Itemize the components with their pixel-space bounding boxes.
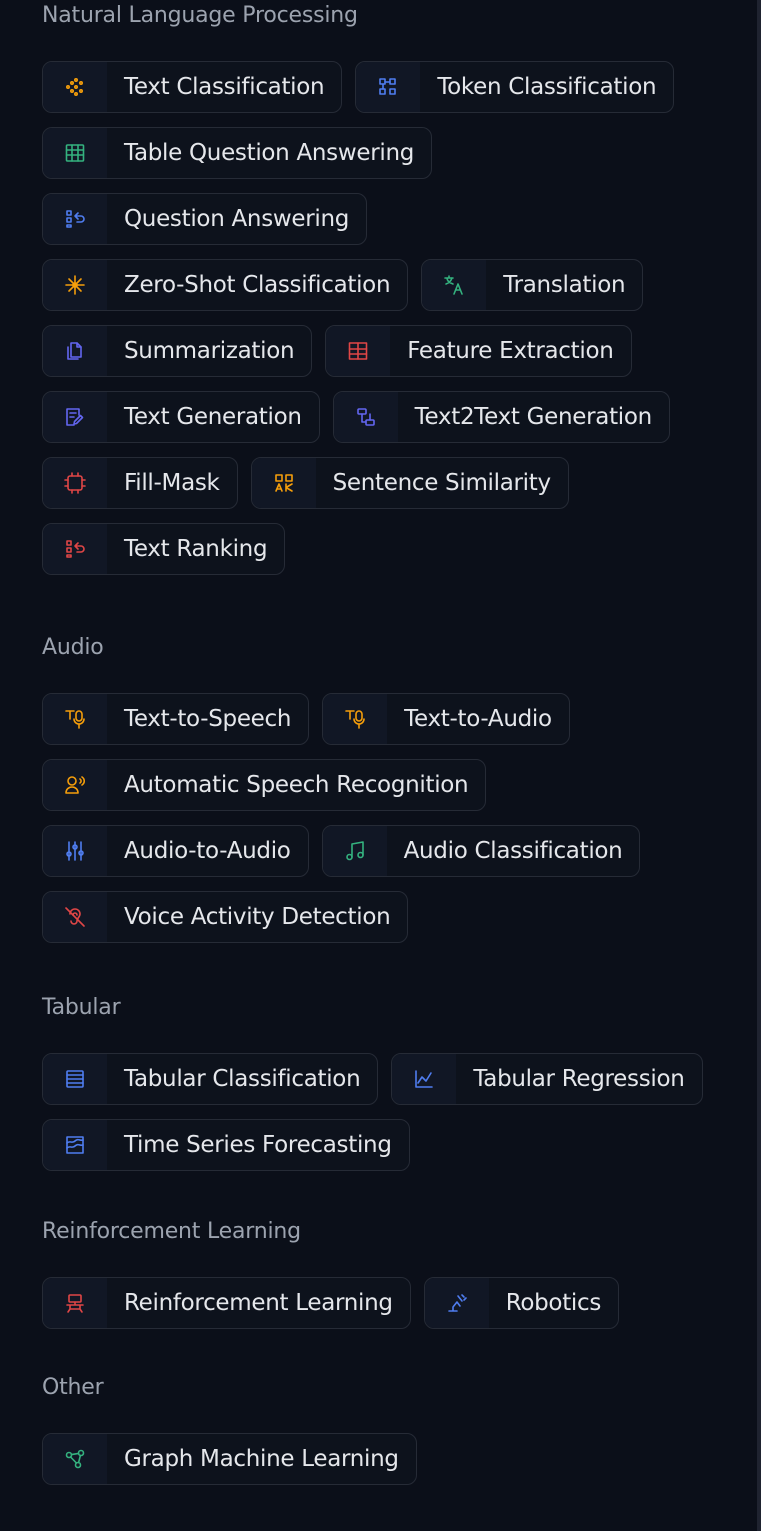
- task-chip-text-ranking[interactable]: Text Ranking: [42, 523, 286, 575]
- task-chip-summarization[interactable]: Summarization: [42, 325, 313, 377]
- task-label: Summarization: [124, 338, 295, 364]
- task-label: Feature Extraction: [407, 338, 614, 364]
- section-title: Other: [42, 1375, 104, 1400]
- section-tabular: Tabular Tabular Classification Tabular Reg…: [42, 994, 742, 1171]
- task-label: Audio Classification: [403, 838, 623, 864]
- task-label: Text Ranking: [124, 536, 268, 562]
- task-chip-text-classification[interactable]: Text Classification: [42, 61, 343, 113]
- section-title: Reinforcement Learning: [42, 1219, 301, 1244]
- section-title: Audio: [42, 635, 104, 660]
- task-label: Table Question Answering: [124, 140, 415, 166]
- translation-icon: [422, 260, 487, 310]
- task-list: Tabular Classification Tabular Regression…: [42, 1053, 742, 1171]
- text2text-icon: [333, 392, 398, 442]
- section-other: Other Graph Machine Learning: [42, 1374, 742, 1485]
- task-chip-graph-machine-learning[interactable]: Graph Machine Learning: [42, 1433, 417, 1485]
- graph-icon: [43, 1434, 107, 1484]
- task-label: Text Classification: [124, 74, 325, 100]
- task-chip-reinforcement-learning[interactable]: Reinforcement Learning: [42, 1277, 411, 1329]
- task-chip-robotics[interactable]: Robotics: [423, 1277, 620, 1329]
- task-label: Reinforcement Learning: [124, 1290, 393, 1316]
- time-series-icon: [43, 1120, 107, 1170]
- task-chip-audio-classification[interactable]: Audio Classification: [321, 825, 641, 877]
- task-list: Graph Machine Learning: [42, 1433, 742, 1485]
- task-chip-automatic-speech-recognition[interactable]: Automatic Speech Recognition: [42, 759, 487, 811]
- line-chart-icon: [392, 1054, 457, 1104]
- robotic-arm-icon: [424, 1278, 489, 1328]
- task-label: Voice Activity Detection: [124, 904, 391, 930]
- section-title: Natural Language Processing: [42, 3, 358, 28]
- robot-icon: [43, 1278, 107, 1328]
- task-label: Graph Machine Learning: [124, 1446, 399, 1472]
- scrollbar-track[interactable]: [757, 0, 761, 1531]
- text-to-audio-icon: [323, 694, 388, 744]
- fill-mask-icon: [43, 458, 107, 508]
- task-list: Reinforcement Learning Robotics: [42, 1277, 742, 1329]
- text-classification-icon: [43, 62, 107, 112]
- section-audio: Audio Text-to-Speech Text-to-Audio Automati…: [42, 634, 742, 943]
- task-label: Tabular Regression: [473, 1066, 685, 1092]
- music-note-icon: [322, 826, 387, 876]
- task-label: Text-to-Speech: [124, 706, 292, 732]
- task-label: Question Answering: [124, 206, 350, 232]
- task-chip-feature-extraction[interactable]: Feature Extraction: [325, 325, 632, 377]
- task-label: Zero-Shot Classification: [124, 272, 391, 298]
- section-reinforcement-learning: Reinforcement Learning Reinforcement Lear…: [42, 1218, 742, 1329]
- task-chip-zero-shot-classification[interactable]: Zero-Shot Classification: [42, 259, 409, 311]
- task-label: Tabular Classification: [124, 1066, 361, 1092]
- task-label: Token Classification: [437, 74, 657, 100]
- task-chip-token-classification[interactable]: Token Classification: [355, 61, 675, 113]
- question-answering-icon: [43, 194, 107, 244]
- task-label: Text-to-Audio: [404, 706, 552, 732]
- summarization-icon: [43, 326, 107, 376]
- task-chip-text-generation[interactable]: Text Generation: [42, 391, 320, 443]
- task-label: Automatic Speech Recognition: [124, 772, 469, 798]
- task-chip-text-to-speech[interactable]: Text-to-Speech: [42, 693, 310, 745]
- task-chip-sentence-similarity[interactable]: Sentence Similarity: [250, 457, 569, 509]
- text-ranking-icon: [43, 524, 107, 574]
- task-label: Time Series Forecasting: [124, 1132, 392, 1158]
- task-chip-tabular-classification[interactable]: Tabular Classification: [42, 1053, 379, 1105]
- zero-shot-icon: [43, 260, 107, 310]
- task-chip-time-series-forecasting[interactable]: Time Series Forecasting: [42, 1119, 410, 1171]
- text-generation-icon: [43, 392, 107, 442]
- task-chip-tabular-regression[interactable]: Tabular Regression: [391, 1053, 703, 1105]
- section-title: Tabular: [42, 995, 121, 1020]
- task-label: Sentence Similarity: [332, 470, 552, 496]
- task-label: Fill-Mask: [124, 470, 220, 496]
- task-list: Text Classification Token Classification T…: [42, 61, 742, 575]
- table-icon: [43, 128, 107, 178]
- task-chip-table-question-answering[interactable]: Table Question Answering: [42, 127, 433, 179]
- sentence-similarity-icon: [251, 458, 316, 508]
- task-label: Robotics: [505, 1290, 602, 1316]
- task-chip-text2text-generation[interactable]: Text2Text Generation: [332, 391, 670, 443]
- task-label: Translation: [503, 272, 626, 298]
- ear-icon: [43, 892, 107, 942]
- section-natural-language-processing: Natural Language Processing Text Classifi…: [42, 2, 742, 575]
- task-chip-question-answering[interactable]: Question Answering: [42, 193, 368, 245]
- audio-to-audio-icon: [43, 826, 107, 876]
- task-label: Audio-to-Audio: [124, 838, 291, 864]
- task-chip-audio-to-audio[interactable]: Audio-to-Audio: [42, 825, 309, 877]
- task-list: Text-to-Speech Text-to-Audio Automatic Spe…: [42, 693, 742, 943]
- tabular-classification-icon: [43, 1054, 107, 1104]
- text-to-speech-icon: [43, 694, 107, 744]
- task-label: Text2Text Generation: [414, 404, 653, 430]
- speech-recognition-icon: [43, 760, 107, 810]
- feature-extraction-icon: [326, 326, 391, 376]
- task-chip-translation[interactable]: Translation: [421, 259, 644, 311]
- token-classification-icon: [356, 62, 421, 112]
- task-chip-voice-activity-detection[interactable]: Voice Activity Detection: [42, 891, 409, 943]
- task-label: Text Generation: [124, 404, 302, 430]
- task-chip-fill-mask[interactable]: Fill-Mask: [42, 457, 238, 509]
- task-chip-text-to-audio[interactable]: Text-to-Audio: [322, 693, 570, 745]
